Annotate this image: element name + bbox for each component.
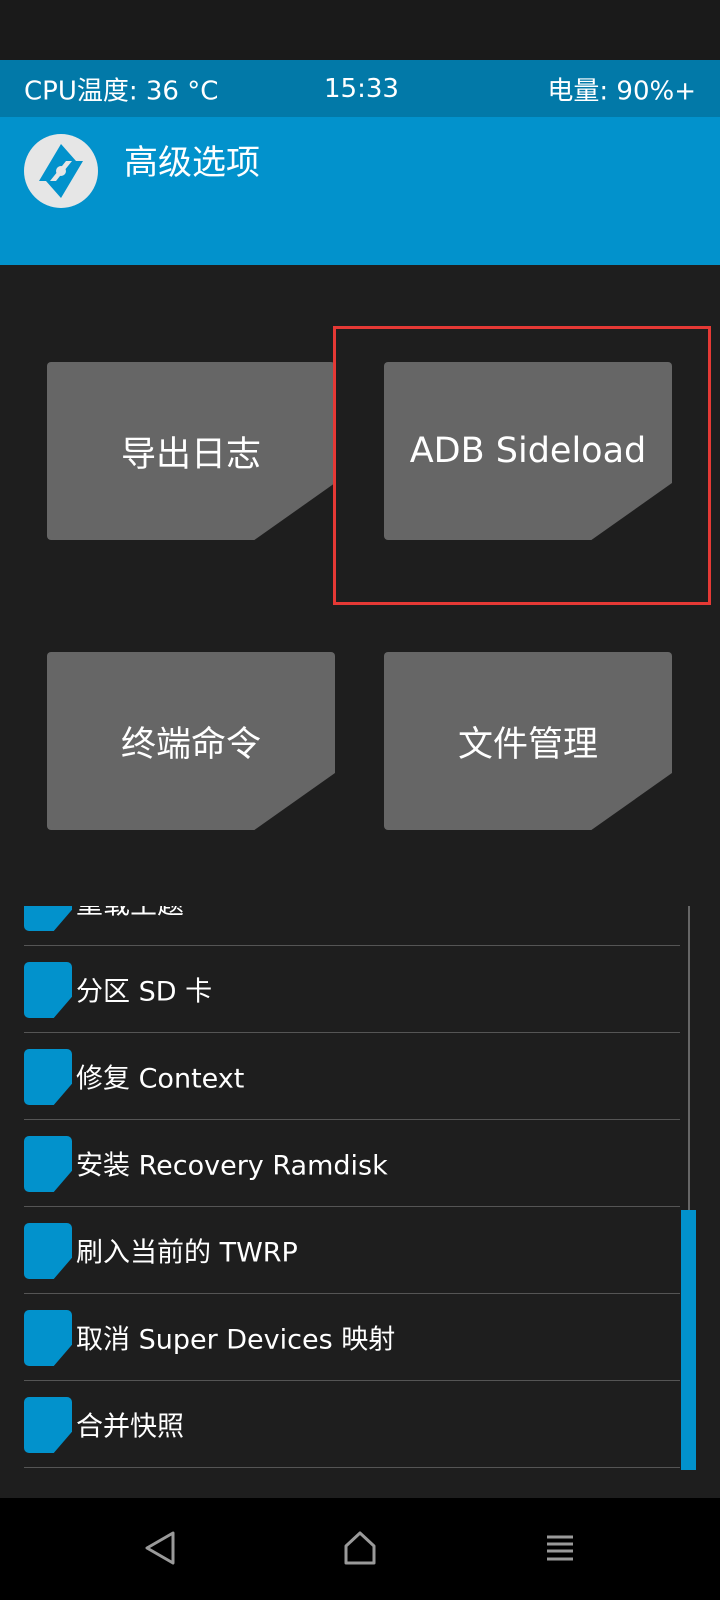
checkbox-icon xyxy=(24,1136,72,1192)
page-title: 高级选项 xyxy=(124,143,260,183)
options-list[interactable]: 重载主题 分区 SD 卡 修复 Context 安装 Recovery Ramd… xyxy=(0,906,720,1470)
file-manager-button[interactable]: 文件管理 xyxy=(384,652,672,830)
page-header: 高级选项 xyxy=(0,117,720,265)
menu-button[interactable] xyxy=(530,1520,590,1576)
list-item-label: 刷入当前的 TWRP xyxy=(76,1237,298,1269)
cpu-temperature: CPU温度: 36 °C xyxy=(24,76,219,106)
list-item[interactable]: 安装 Recovery Ramdisk xyxy=(24,1120,680,1207)
list-item[interactable]: 修复 Context xyxy=(24,1033,680,1120)
list-item-label: 分区 SD 卡 xyxy=(76,976,213,1008)
list-item-label: 合并快照 xyxy=(76,1411,184,1443)
status-bar: CPU温度: 36 °C 15:33 电量: 90%+ xyxy=(0,60,720,117)
file-manager-label: 文件管理 xyxy=(457,724,598,765)
checkbox-icon xyxy=(24,1397,72,1453)
list-item[interactable]: 重载主题 xyxy=(24,906,680,946)
list-item[interactable]: 分区 SD 卡 xyxy=(24,946,680,1033)
checkbox-icon xyxy=(24,962,72,1018)
battery-level: 电量: 90%+ xyxy=(547,76,696,106)
list-item-label: 安装 Recovery Ramdisk xyxy=(76,1150,388,1182)
list-item-label: 取消 Super Devices 映射 xyxy=(76,1324,396,1356)
checkbox-icon xyxy=(24,1310,72,1366)
terminal-command-label: 终端命令 xyxy=(120,724,261,765)
home-button[interactable] xyxy=(330,1520,390,1576)
scrollbar-thumb[interactable] xyxy=(681,1210,696,1470)
back-button[interactable] xyxy=(130,1520,190,1576)
twrp-logo-icon xyxy=(24,134,98,208)
clock: 15:33 xyxy=(324,73,399,104)
checkbox-icon xyxy=(24,1223,72,1279)
menu-icon xyxy=(547,1535,573,1561)
list-item-label: 修复 Context xyxy=(76,1063,245,1095)
home-icon xyxy=(344,1531,376,1565)
navigation-bar xyxy=(0,1498,720,1600)
checkbox-icon xyxy=(24,906,72,931)
list-item-label: 重载主题 xyxy=(76,906,184,922)
list-item[interactable]: 刷入当前的 TWRP xyxy=(24,1207,680,1294)
back-triangle-icon xyxy=(145,1531,175,1565)
list-item[interactable]: 合并快照 xyxy=(24,1381,680,1468)
export-log-button[interactable]: 导出日志 xyxy=(47,362,335,540)
list-item[interactable]: 取消 Super Devices 映射 xyxy=(24,1294,680,1381)
highlight-box xyxy=(333,326,711,605)
top-inset xyxy=(0,0,720,60)
checkbox-icon xyxy=(24,1049,72,1105)
export-log-label: 导出日志 xyxy=(120,434,261,475)
terminal-command-button[interactable]: 终端命令 xyxy=(47,652,335,830)
